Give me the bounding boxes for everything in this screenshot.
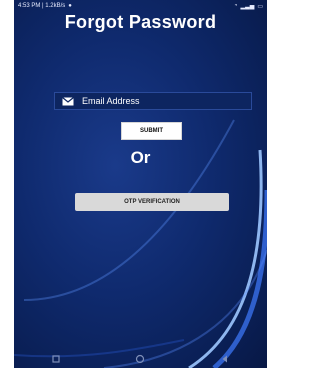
or-separator: Or (130, 148, 151, 167)
background-swoosh (14, 119, 267, 368)
phone-screen: 4:53 PM | 1.2kB/s ● ◔ ▂▃▅ ▭ Forgot Passw… (14, 0, 267, 368)
otp-verification-button[interactable]: OTP VERIFICATION (75, 193, 229, 211)
email-input[interactable] (82, 96, 242, 106)
status-left: 4:53 PM | 1.2kB/s ● (18, 3, 72, 9)
page-title: Forgot Password (64, 12, 217, 32)
wifi-icon: ◔ (233, 3, 238, 9)
home-icon[interactable] (135, 354, 145, 364)
notification-icon: ● (68, 3, 72, 9)
recents-icon[interactable] (51, 354, 61, 364)
status-right: ◔ ▂▃▅ ▭ (234, 3, 263, 10)
back-icon[interactable] (220, 354, 230, 364)
status-time-network: 4:53 PM | 1.2kB/s (18, 3, 66, 9)
navigation-bar (14, 350, 267, 368)
submit-button[interactable]: SUBMIT (121, 122, 182, 140)
signal-icon: ▂▃▅ (240, 3, 255, 10)
status-bar: 4:53 PM | 1.2kB/s ● ◔ ▂▃▅ ▭ (14, 0, 267, 12)
email-field[interactable] (54, 92, 252, 110)
battery-icon: ▭ (257, 3, 263, 10)
mail-icon (62, 96, 74, 105)
